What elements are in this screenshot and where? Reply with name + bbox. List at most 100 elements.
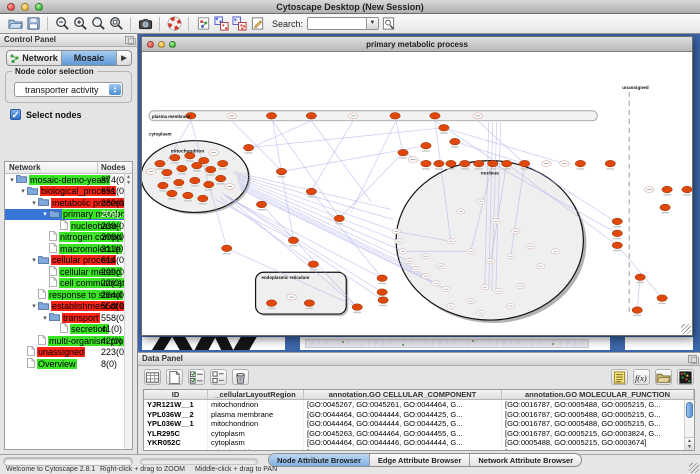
node-color-attribute-select[interactable]: transporter activity ▲▼: [14, 82, 123, 97]
network-node[interactable]: [266, 112, 276, 119]
tree-row-unassigned[interactable]: unassigned223(0): [5, 347, 132, 359]
plugin-merge-button[interactable]: [212, 15, 230, 32]
disclosure-triangle-icon[interactable]: ▾: [30, 256, 38, 264]
network-view-window[interactable]: primary metabolic process plasma membran…: [141, 36, 693, 336]
zoom-out-button[interactable]: [53, 15, 71, 32]
network-node[interactable]: [352, 304, 362, 311]
network-node[interactable]: [162, 169, 172, 176]
network-node[interactable]: [612, 242, 622, 249]
network-node[interactable]: [198, 195, 208, 202]
network-node[interactable]: [170, 154, 180, 161]
disclosure-triangle-icon[interactable]: ▾: [30, 199, 38, 207]
disclosure-triangle-icon[interactable]: ▾: [30, 302, 38, 310]
annotation-button[interactable]: [248, 15, 266, 32]
network-node[interactable]: [398, 149, 408, 156]
network-edge[interactable]: [220, 197, 314, 264]
network-node[interactable]: [612, 230, 622, 237]
zoom-fit-button[interactable]: [107, 15, 125, 32]
select-nodes-checkbox[interactable]: ✓: [10, 109, 21, 120]
network-node[interactable]: [378, 297, 388, 304]
tree-column-nodes[interactable]: Nodes: [101, 163, 125, 172]
select-attr-button[interactable]: [188, 369, 205, 385]
network-edge[interactable]: [311, 121, 353, 191]
network-node[interactable]: [377, 289, 387, 296]
network-node[interactable]: [306, 112, 316, 119]
network-node[interactable]: [158, 182, 168, 189]
network-node[interactable]: [266, 300, 276, 307]
network-node[interactable]: [662, 186, 672, 193]
network-node[interactable]: [501, 160, 511, 167]
save-button[interactable]: [24, 15, 42, 32]
network-node[interactable]: [174, 179, 184, 186]
import-attr-button[interactable]: [655, 369, 672, 385]
network-node[interactable]: [460, 160, 470, 167]
network-node[interactable]: [605, 160, 615, 167]
network-node[interactable]: [204, 181, 214, 188]
new-attr-button[interactable]: [166, 369, 183, 385]
tree-row-primary-metabo[interactable]: ▾primary metabo209(...: [5, 209, 132, 221]
network-node[interactable]: [256, 201, 266, 208]
network-node[interactable]: [177, 165, 187, 172]
help-button[interactable]: [165, 15, 183, 32]
network-node[interactable]: [450, 138, 460, 145]
tab-mosaic[interactable]: Mosaic: [62, 51, 117, 65]
network-node[interactable]: [222, 245, 232, 252]
network-node[interactable]: [308, 261, 318, 268]
table-row[interactable]: YDR039C__1mitochondrion[GO:0044464, GO:0…: [144, 448, 694, 451]
network-edge[interactable]: [249, 128, 444, 148]
network-node[interactable]: [421, 160, 431, 167]
network-edge[interactable]: [351, 121, 396, 212]
search-input[interactable]: ▼: [307, 17, 379, 30]
network-node[interactable]: [183, 192, 193, 199]
table-scrollbar[interactable]: ▲▼: [684, 400, 694, 450]
tree-row-cell-communicat[interactable]: cell communicat22(0): [5, 278, 132, 290]
network-edge[interactable]: [339, 153, 403, 219]
tree-row-multi-organism-pro[interactable]: multi-organism pro42(0): [5, 335, 132, 347]
network-edge[interactable]: [396, 121, 403, 154]
open-button[interactable]: [6, 15, 24, 32]
tree-row-biological-process[interactable]: ▾biological_process651(0): [5, 186, 132, 198]
table-row[interactable]: YPL036W__2plasma membrane[GO:0044464, GO…: [144, 410, 694, 420]
network-node[interactable]: [434, 160, 444, 167]
network-node[interactable]: [306, 188, 316, 195]
tree-row-response-to-stimul[interactable]: response to stimul264(0): [5, 289, 132, 301]
attr-list-button[interactable]: [611, 369, 628, 385]
disclosure-triangle-icon[interactable]: ▾: [41, 314, 49, 322]
network-node[interactable]: [474, 160, 484, 167]
disclosure-triangle-icon[interactable]: ▾: [41, 210, 49, 218]
attr-batch-button[interactable]: [210, 369, 227, 385]
network-node[interactable]: [635, 274, 645, 281]
app-resize-grip[interactable]: [689, 463, 699, 473]
network-node[interactable]: [575, 160, 585, 167]
network-canvas[interactable]: plasma membranecytoplasmmitochondrionnuc…: [142, 52, 692, 335]
tree-row-nitrogen-compo[interactable]: nitrogen compo209(0): [5, 232, 132, 244]
network-node[interactable]: [243, 144, 253, 151]
tree-row-establishment-of-lo[interactable]: ▾establishment of lo558(0): [5, 301, 132, 313]
snapshot-button[interactable]: [136, 15, 154, 32]
network-node[interactable]: [430, 112, 440, 119]
matrix-button[interactable]: [677, 369, 694, 385]
network-edge[interactable]: [617, 245, 662, 298]
table-row[interactable]: YKR052Ccytoplasm[GO:0044464, GO:0044446,…: [144, 438, 694, 448]
tab-network-attribute-browser[interactable]: Network Attribute Browser: [470, 454, 581, 466]
tree-row-nucleobase-[interactable]: nucleobase-209(0): [5, 220, 132, 232]
network-edge[interactable]: [444, 128, 565, 164]
network-node[interactable]: [488, 160, 498, 167]
network-window-resize-grip[interactable]: [681, 324, 691, 334]
float-panel-icon[interactable]: [125, 36, 134, 44]
network-node[interactable]: [155, 160, 165, 167]
delete-attr-button[interactable]: [232, 369, 249, 385]
network-node[interactable]: [192, 162, 202, 169]
network-node[interactable]: [216, 175, 226, 182]
table-scroll-thumb[interactable]: [686, 402, 693, 418]
float-data-panel-icon[interactable]: [688, 355, 697, 363]
network-node[interactable]: [421, 142, 431, 149]
table-column-header[interactable]: _cellularLayoutRegion: [208, 390, 304, 399]
network-edge[interactable]: [239, 184, 416, 270]
network-node[interactable]: [682, 186, 692, 193]
tree-column-divider[interactable]: [97, 162, 98, 173]
tree-column-network[interactable]: Network: [9, 163, 41, 172]
search-dropdown-icon[interactable]: ▼: [366, 18, 378, 29]
tab-overflow-button[interactable]: ▶: [117, 51, 131, 65]
network-node[interactable]: [190, 177, 200, 184]
